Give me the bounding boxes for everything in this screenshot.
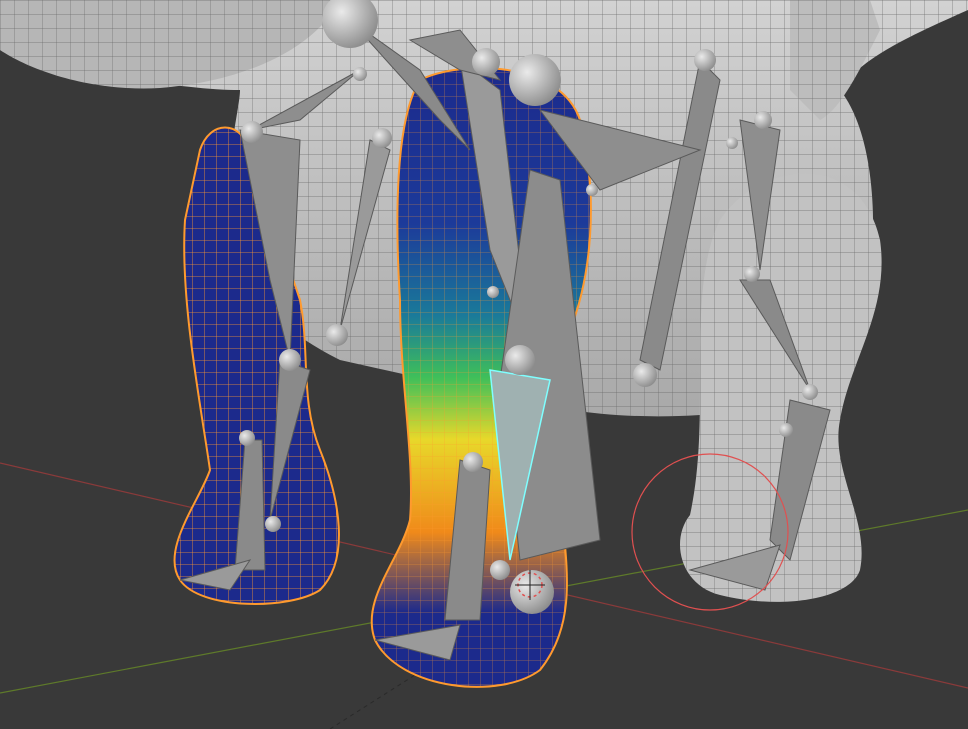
joint xyxy=(510,570,554,614)
joint xyxy=(353,67,367,81)
joint xyxy=(779,423,793,437)
joint xyxy=(487,286,499,298)
joint xyxy=(754,111,772,129)
joint xyxy=(586,184,598,196)
joint xyxy=(279,349,301,371)
viewport-canvas[interactable] xyxy=(0,0,968,729)
joint xyxy=(472,48,500,76)
joint xyxy=(726,137,738,149)
3d-viewport[interactable] xyxy=(0,0,968,729)
joint xyxy=(372,128,392,148)
joint xyxy=(505,345,535,375)
joint xyxy=(490,560,510,580)
joint xyxy=(694,49,716,71)
joint xyxy=(463,452,483,472)
joint xyxy=(241,121,263,143)
joint xyxy=(744,266,760,282)
joint xyxy=(239,430,255,446)
joint xyxy=(326,324,348,346)
joint xyxy=(633,363,657,387)
joint xyxy=(265,516,281,532)
joint xyxy=(802,384,818,400)
joint xyxy=(509,54,561,106)
